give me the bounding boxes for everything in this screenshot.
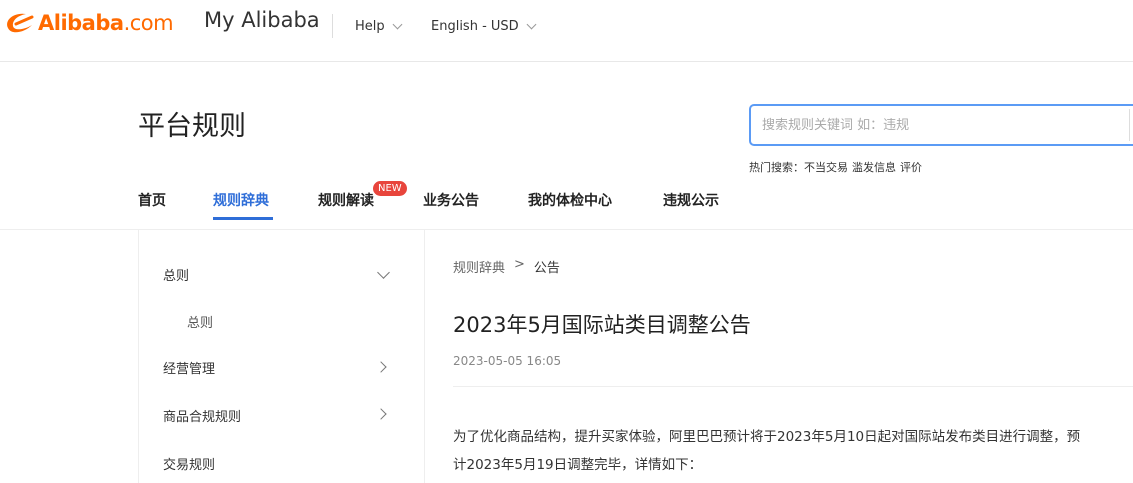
article-paragraph-line: 为了优化商品结构，提升买家体验，阿里巴巴预计将于2023年5月10日起对国际站发… (453, 429, 1081, 445)
language-currency-menu[interactable]: English - USD (431, 19, 537, 34)
alibaba-logo-icon (7, 13, 34, 33)
sidebar-subitem-general[interactable]: 总则 (187, 312, 213, 331)
article-date: 2023-05-05 16:05 (453, 354, 562, 368)
hot-search-term[interactable]: 评价 (900, 161, 922, 174)
my-alibaba-title[interactable]: My Alibaba (204, 8, 320, 32)
nav-item-health-check-center[interactable]: 我的体检中心 (528, 190, 612, 210)
chevron-down-icon (392, 19, 403, 29)
help-menu[interactable]: Help (355, 19, 403, 34)
alibaba-logo[interactable]: Alibaba.com (2, 8, 174, 38)
page-title: 平台规则 (138, 111, 246, 142)
article-paragraph-line: 计2023年5月19日调整完毕，详情如下： (453, 457, 703, 473)
breadcrumb-separator: > (514, 257, 525, 272)
breadcrumb-current: 公告 (533, 261, 560, 276)
brand-name: Alibaba (38, 11, 124, 35)
nav-item-violation-notices[interactable]: 违规公示 (663, 190, 719, 210)
nav-item-rules-interpretation[interactable]: 规则解读 (318, 190, 374, 210)
search-input[interactable] (751, 106, 1121, 144)
hot-search-label: 热门搜索： (749, 161, 804, 174)
brand-suffix: .com (123, 11, 174, 35)
language-currency-label: English - USD (431, 19, 519, 34)
hot-searches: 热门搜索：不当交易 滥发信息 评价 (749, 159, 926, 175)
sidebar-item-transaction-rules[interactable]: 交易规则 (163, 454, 215, 473)
nav-item-home[interactable]: 首页 (138, 190, 166, 210)
search-divider (1129, 109, 1130, 141)
sidebar-item-operations[interactable]: 经营管理 (163, 358, 215, 377)
sidebar: 总则 总则 经营管理 商品合规规则 交易规则 (138, 230, 425, 483)
chevron-right-icon[interactable] (375, 361, 387, 373)
nav-item-business-announcements[interactable]: 业务公告 (423, 190, 479, 210)
new-badge: NEW (373, 181, 407, 196)
help-label: Help (355, 19, 385, 34)
hot-search-term[interactable]: 滥发信息 (852, 161, 896, 174)
chevron-down-icon (526, 19, 537, 29)
article-body: 为了优化商品结构，提升买家体验，阿里巴巴预计将于2023年5月10日起对国际站发… (453, 423, 1133, 479)
active-tab-indicator (213, 217, 273, 220)
hot-search-term[interactable]: 不当交易 (804, 161, 848, 174)
search-box[interactable] (749, 104, 1133, 146)
top-bar: Alibaba.com My Alibaba Help English - US… (0, 0, 1133, 62)
chevron-down-icon[interactable] (377, 266, 390, 279)
breadcrumb: 规则辞典 > 公告 (453, 257, 560, 276)
sidebar-item-product-compliance[interactable]: 商品合规规则 (163, 406, 241, 425)
breadcrumb-parent[interactable]: 规则辞典 (453, 257, 505, 276)
content-divider (453, 386, 1133, 387)
header-divider (332, 14, 333, 38)
article-title: 2023年5月国际站类目调整公告 (453, 313, 751, 337)
sidebar-item-general[interactable]: 总则 (163, 265, 189, 284)
nav-item-rules-dictionary[interactable]: 规则辞典 (213, 190, 269, 210)
chevron-right-icon[interactable] (375, 408, 387, 420)
